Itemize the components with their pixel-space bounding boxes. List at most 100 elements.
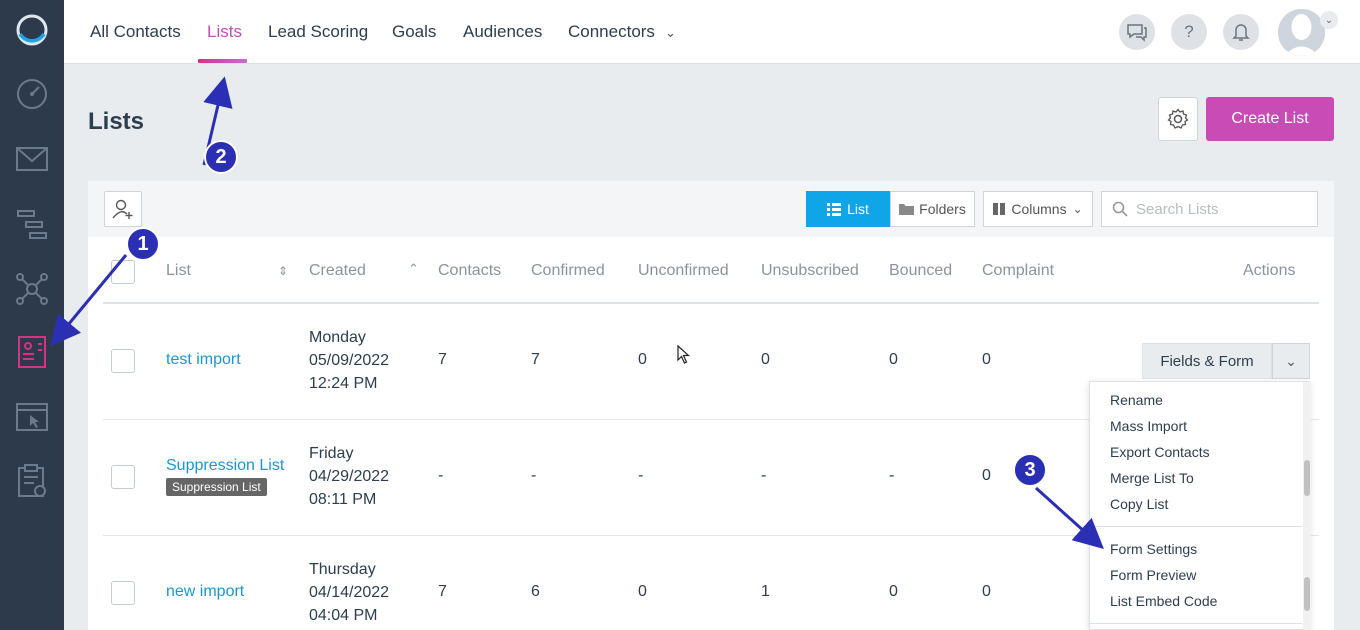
bell-icon [1232, 24, 1250, 41]
created-date: Friday 04/29/2022 08:11 PM [309, 442, 389, 511]
search-field[interactable] [1101, 191, 1318, 227]
chevron-down-icon: ⌄ [1285, 352, 1297, 369]
column-header-unconfirmed[interactable]: Unconfirmed [638, 262, 729, 280]
row-checkbox[interactable] [111, 349, 135, 373]
menu-scrollbar-thumb[interactable] [1304, 577, 1310, 611]
header-divider [103, 302, 1319, 304]
menu-item-rename[interactable]: Rename [1110, 392, 1163, 408]
actions-dropdown-toggle[interactable]: ⌄ [1272, 343, 1310, 379]
unsubscribed-count: - [761, 467, 767, 484]
top-nav: All Contacts Lists Lead Scoring Goals Au… [64, 0, 1360, 64]
tab-connectors[interactable]: Connectors ⌄ [568, 22, 676, 42]
list-name-link[interactable]: Suppression List [166, 457, 284, 475]
complaint-count: 0 [982, 351, 991, 368]
confirmed-count: - [531, 467, 537, 484]
landing-page-icon[interactable] [14, 399, 50, 435]
column-header-confirmed[interactable]: Confirmed [531, 262, 605, 280]
tab-goals[interactable]: Goals [392, 22, 436, 42]
list-view-button[interactable]: List [806, 191, 890, 227]
confirmed-count: 6 [531, 583, 540, 600]
tab-lead-scoring[interactable]: Lead Scoring [268, 22, 368, 42]
user-avatar-icon [1278, 9, 1325, 56]
columns-label: Columns [1011, 201, 1067, 217]
menu-item-export-contacts[interactable]: Export Contacts [1110, 444, 1210, 460]
created-time: 12:24 PM [309, 375, 378, 392]
unconfirmed-count: - [638, 467, 644, 484]
network-icon[interactable] [14, 271, 50, 307]
chat-button[interactable] [1119, 14, 1155, 50]
sidebar [0, 0, 64, 630]
created-day: Friday [309, 445, 354, 462]
search-input[interactable] [1136, 200, 1306, 218]
workflow-icon[interactable] [14, 206, 50, 242]
row-checkbox[interactable] [111, 581, 135, 605]
notifications-button[interactable] [1223, 14, 1259, 50]
row-checkbox[interactable] [111, 465, 135, 489]
list-view-label: List [847, 201, 869, 217]
unconfirmed-count: 0 [638, 351, 647, 368]
column-header-created[interactable]: Created [309, 262, 366, 280]
created-date: Monday 05/09/2022 12:24 PM [309, 326, 389, 395]
create-list-button[interactable]: Create List [1206, 97, 1334, 141]
avatar-chevron-icon[interactable]: ⌄ [1320, 11, 1338, 29]
chevron-down-icon: ⌄ [664, 24, 676, 40]
tab-audiences[interactable]: Audiences [463, 22, 542, 42]
created-day: Thursday [309, 561, 376, 578]
sort-icon[interactable]: ⇕ [278, 264, 288, 278]
confirmed-count: 7 [531, 351, 540, 368]
created-day: Monday [309, 329, 366, 346]
mouse-cursor-icon [677, 345, 691, 364]
sort-asc-icon[interactable]: ⌃ [408, 261, 419, 277]
suppression-badge: Suppression List [166, 478, 267, 496]
menu-scrollbar-thumb[interactable] [1304, 460, 1310, 496]
email-campaign-icon[interactable] [14, 141, 50, 177]
logo-icon[interactable] [14, 12, 50, 48]
annotation-marker-2: 2 [204, 140, 238, 174]
folders-view-label: Folders [919, 201, 966, 217]
complaint-count: 0 [982, 467, 991, 484]
tab-lists[interactable]: Lists [207, 22, 242, 42]
avatar[interactable] [1278, 9, 1325, 56]
settings-button[interactable] [1158, 97, 1198, 141]
folder-icon [899, 204, 915, 215]
dashboard-icon[interactable] [14, 76, 50, 112]
bounced-count: 0 [889, 351, 898, 368]
column-header-complaint[interactable]: Complaint [982, 262, 1054, 280]
page-title: Lists [88, 108, 145, 135]
help-button[interactable]: ? [1171, 14, 1207, 50]
contacts-count: 7 [438, 583, 447, 600]
complaint-count: 0 [982, 583, 991, 600]
add-contact-button[interactable] [104, 191, 142, 227]
forms-icon[interactable] [14, 463, 50, 499]
folders-view-button[interactable]: Folders [890, 191, 975, 227]
column-header-unsubscribed[interactable]: Unsubscribed [761, 262, 859, 280]
columns-button[interactable]: Columns ⌄ [983, 191, 1093, 227]
tab-connectors-label: Connectors [568, 22, 655, 41]
lists-icon[interactable] [14, 334, 50, 370]
list-name-link[interactable]: test import [166, 351, 241, 369]
list-name-cell: Suppression List Suppression List [166, 457, 284, 496]
unsubscribed-count: 0 [761, 351, 770, 368]
menu-item-form-preview[interactable]: Form Preview [1110, 567, 1196, 583]
menu-item-copy-list[interactable]: Copy List [1110, 496, 1168, 512]
menu-item-mass-import[interactable]: Mass Import [1110, 418, 1187, 434]
menu-item-form-settings[interactable]: Form Settings [1110, 541, 1197, 557]
column-header-contacts[interactable]: Contacts [438, 262, 501, 280]
column-header-bounced[interactable]: Bounced [889, 262, 952, 280]
select-all-checkbox[interactable] [111, 260, 135, 284]
tab-all-contacts[interactable]: All Contacts [90, 22, 181, 42]
created-date-value: 04/14/2022 [309, 584, 390, 601]
chat-icon [1127, 24, 1147, 42]
active-tab-indicator [198, 59, 247, 63]
columns-icon [993, 203, 1006, 215]
menu-item-list-embed-code[interactable]: List Embed Code [1110, 593, 1217, 609]
menu-divider [1090, 526, 1302, 527]
lists-toolbar: List Folders Columns ⌄ [88, 181, 1334, 237]
gear-icon [1167, 108, 1189, 129]
unsubscribed-count: 1 [761, 583, 770, 600]
menu-item-merge-list[interactable]: Merge List To [1110, 470, 1194, 486]
contacts-count: 7 [438, 351, 447, 368]
list-name-link[interactable]: new import [166, 583, 244, 601]
fields-form-button[interactable]: Fields & Form [1142, 343, 1272, 379]
column-header-list[interactable]: List [166, 262, 191, 280]
